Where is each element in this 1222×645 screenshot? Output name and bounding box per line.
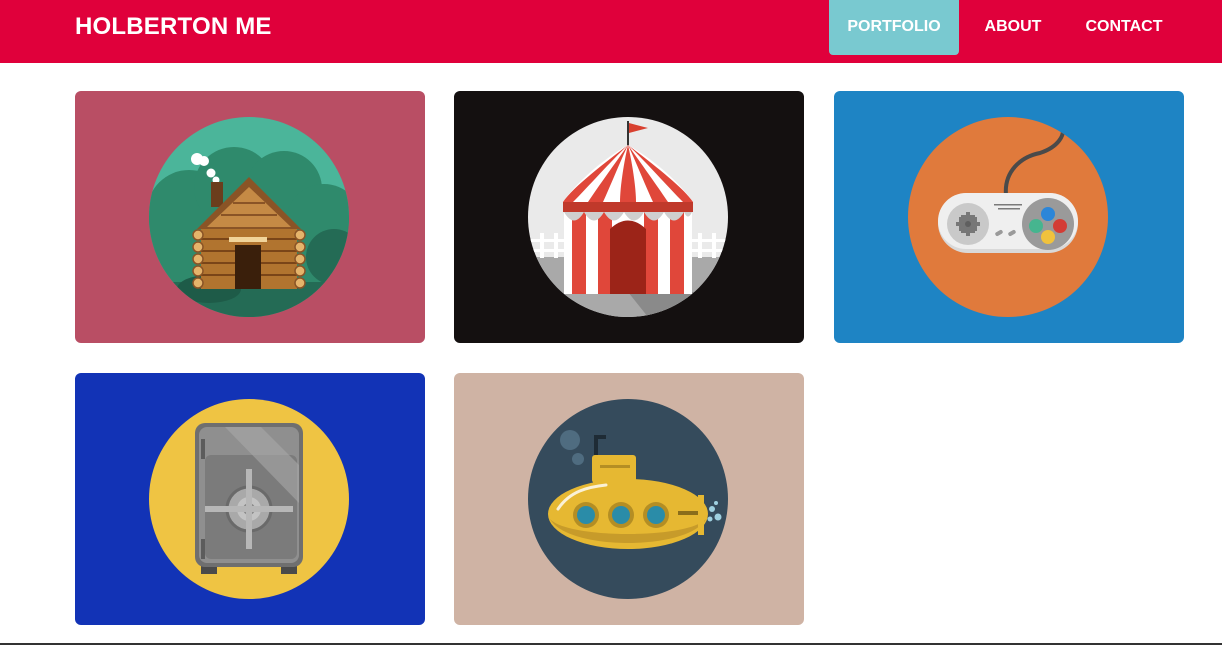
log-cabin-icon xyxy=(149,117,349,317)
nav-portfolio[interactable]: PORTFOLIO xyxy=(829,0,959,55)
nav-contact[interactable]: CONTACT xyxy=(1074,0,1174,55)
portfolio-card-circus[interactable] xyxy=(454,91,804,343)
circus-tent-icon xyxy=(528,117,728,317)
portfolio-card-submarine[interactable] xyxy=(454,373,804,625)
portfolio-card-gamepad[interactable] xyxy=(834,91,1184,343)
game-controller-icon xyxy=(908,117,1108,317)
safe-icon xyxy=(149,399,349,599)
main-nav: PORTFOLIO ABOUT CONTACT xyxy=(0,0,1222,55)
submarine-icon xyxy=(528,399,728,599)
portfolio-card-safe[interactable] xyxy=(75,373,425,625)
nav-about[interactable]: ABOUT xyxy=(973,0,1053,55)
portfolio-card-cabin[interactable] xyxy=(75,91,425,343)
navbar: HOLBERTON ME PORTFOLIO ABOUT CONTACT xyxy=(0,0,1222,63)
